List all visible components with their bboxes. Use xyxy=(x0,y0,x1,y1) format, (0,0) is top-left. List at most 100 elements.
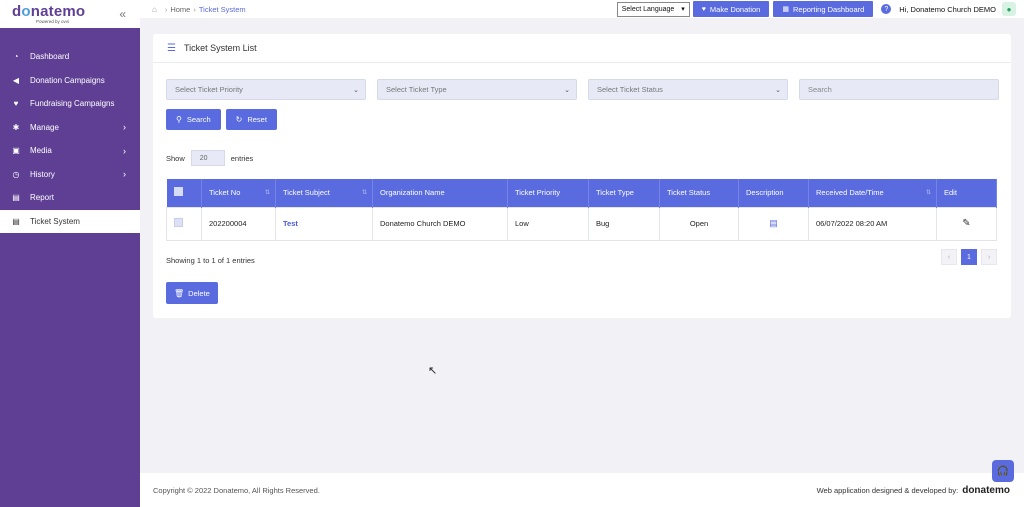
reset-button[interactable]: ↻ Reset xyxy=(225,109,277,130)
page-length-input[interactable]: 20 xyxy=(190,150,225,166)
select-all-checkbox[interactable] xyxy=(173,187,183,197)
copyright: Copyright © 2022 Donatemo, All Rights Re… xyxy=(153,485,320,495)
help-icon[interactable]: ? xyxy=(881,4,892,14)
gear-icon: ✱ xyxy=(12,122,20,132)
megaphone-icon: ◀ xyxy=(12,75,20,85)
cell-ticket-no: 202200004 xyxy=(201,206,276,241)
col-ticket-type: Ticket Type xyxy=(588,179,660,207)
pagination: ‹ 1 › xyxy=(937,249,997,265)
chevron-down-icon: ⌄ xyxy=(353,86,359,94)
trash-icon: 🗑 xyxy=(174,288,185,298)
top-bar: ⌂ › Home › Ticket System Select Language… xyxy=(140,0,1024,18)
card-header: ☰ Ticket System List xyxy=(153,34,1011,63)
sidebar-item-media[interactable]: ▣ Media › xyxy=(0,139,140,163)
ticket-table: Ticket No ⇅ Ticket Subject ⇅ Organization … xyxy=(166,179,997,241)
cell-received: 06/07/2022 08:20 AM xyxy=(808,206,937,241)
cell-ticket-subject: Test xyxy=(275,206,373,241)
ticket-status-select[interactable]: Select Ticket Status ⌄ xyxy=(588,79,788,100)
home-icon[interactable]: ⌂ xyxy=(152,5,157,14)
col-ticket-no[interactable]: Ticket No ⇅ xyxy=(201,179,276,207)
make-donation-button[interactable]: ♥ Make Donation xyxy=(692,1,770,17)
page-1-button[interactable]: 1 xyxy=(961,249,977,265)
edit-icon[interactable]: ✎ xyxy=(962,218,970,229)
cell-edit: ✎ xyxy=(936,206,997,241)
col-ticket-subject[interactable]: Ticket Subject ⇅ xyxy=(275,179,373,207)
page-title: Ticket System List xyxy=(183,43,257,53)
breadcrumb-home[interactable]: Home xyxy=(170,5,190,14)
powered-by: Powered by ovvi xyxy=(36,18,70,24)
donate-icon: ♥ xyxy=(13,99,19,109)
developer-logo[interactable]: donatemo xyxy=(962,485,1010,496)
col-organization-name: Organization Name xyxy=(372,179,508,207)
footer: Copyright © 2022 Donatemo, All Rights Re… xyxy=(140,473,1024,507)
table-row: 202200004 Test Donatemo Church DEMO Low … xyxy=(166,206,997,241)
chevron-right-icon: › xyxy=(123,145,126,156)
sidebar-item-fundraising-campaigns[interactable]: ♥ Fundraising Campaigns xyxy=(0,92,140,116)
chevron-down-icon: ⌄ xyxy=(564,86,570,94)
sort-icon: ⇅ xyxy=(925,190,931,196)
chevron-down-icon: ▾ xyxy=(681,6,685,13)
search-button[interactable]: ⚲ Search xyxy=(166,109,221,130)
collapse-sidebar-icon[interactable]: « xyxy=(119,7,126,21)
cell-priority: Low xyxy=(507,206,589,241)
avatar[interactable]: ● xyxy=(1002,2,1016,16)
sidebar: donatemo Powered by ovvi « ◔ Dashboard ◀… xyxy=(0,0,140,507)
ticket-subject-link[interactable]: Test xyxy=(283,219,298,228)
col-description: Description xyxy=(738,179,809,207)
search-input[interactable]: Search xyxy=(799,79,999,100)
table-header-row: Ticket No ⇅ Ticket Subject ⇅ Organization … xyxy=(166,179,997,207)
mouse-cursor-icon: ↖ xyxy=(428,365,438,377)
sort-icon: ⇅ xyxy=(361,190,367,196)
list-icon: ☰ xyxy=(167,42,176,54)
sidebar-item-donation-campaigns[interactable]: ◀ Donation Campaigns xyxy=(0,69,140,93)
sidebar-item-ticket-system[interactable]: ▤ Ticket System xyxy=(0,209,140,233)
chevron-down-icon: ⌄ xyxy=(775,86,781,94)
page-length: Show 20 entries xyxy=(166,150,253,166)
user-greeting: Hi, Donatemo Church DEMO xyxy=(899,4,996,14)
select-all-header xyxy=(166,179,202,207)
refresh-icon: ↻ xyxy=(235,115,243,124)
clock-icon: ◷ xyxy=(12,169,20,179)
reporting-dashboard-button[interactable]: ▦ Reporting Dashboard xyxy=(773,1,874,17)
next-page-button[interactable]: › xyxy=(981,249,997,265)
breadcrumb: ⌂ › Home › Ticket System xyxy=(152,4,246,14)
entries-info: Showing 1 to 1 of 1 entries xyxy=(166,256,255,265)
file-icon: ▤ xyxy=(12,216,20,226)
headset-icon[interactable]: 🎧 xyxy=(992,460,1014,482)
sidebar-item-history[interactable]: ◷ History › xyxy=(0,163,140,187)
sidebar-item-report[interactable]: ▤ Report xyxy=(0,186,140,210)
sidebar-item-manage[interactable]: ✱ Manage › xyxy=(0,116,140,140)
col-ticket-status: Ticket Status xyxy=(659,179,739,207)
delete-button[interactable]: 🗑 Delete xyxy=(166,282,218,304)
col-received-date[interactable]: Received Date/Time ⇅ xyxy=(808,179,937,207)
cell-status: Open xyxy=(659,206,739,241)
chevron-right-icon: › xyxy=(123,122,126,133)
ticket-priority-select[interactable]: Select Ticket Priority ⌄ xyxy=(166,79,366,100)
film-icon: ▣ xyxy=(12,146,20,156)
row-checkbox[interactable] xyxy=(174,218,183,227)
filter-bar: Select Ticket Priority ⌄ Select Ticket T… xyxy=(166,79,999,100)
document-icon[interactable]: ▤ xyxy=(769,218,778,228)
sidebar-item-dashboard[interactable]: ◔ Dashboard xyxy=(0,45,140,69)
dashboard-icon: ◔ xyxy=(13,52,19,62)
cell-description: ▤ xyxy=(738,206,809,241)
chevron-right-icon: › xyxy=(123,169,126,180)
filter-actions: ⚲ Search ↻ Reset xyxy=(166,109,282,130)
language-select[interactable]: Select Language ▾ xyxy=(616,1,690,17)
cell-type: Bug xyxy=(588,206,660,241)
search-icon: ⚲ xyxy=(176,115,182,124)
donate-icon: ♥ xyxy=(701,5,706,13)
developer-credit: Web application designed & developed by:… xyxy=(816,484,1010,496)
dashboard-icon: ▦ xyxy=(782,6,789,13)
brand-logo[interactable]: donatemo Powered by ovvi xyxy=(12,4,85,25)
breadcrumb-current: Ticket System xyxy=(198,4,246,14)
prev-page-button[interactable]: ‹ xyxy=(941,249,957,265)
col-edit: Edit xyxy=(936,179,997,207)
file-icon: ▤ xyxy=(12,193,20,203)
sort-icon: ⇅ xyxy=(264,190,270,196)
col-ticket-priority: Ticket Priority xyxy=(507,179,589,207)
cell-organization: Donatemo Church DEMO xyxy=(372,206,508,241)
ticket-type-select[interactable]: Select Ticket Type ⌄ xyxy=(377,79,577,100)
ticket-list-card: ☰ Ticket System List Select Ticket Prior… xyxy=(153,34,1011,318)
sidebar-nav: ◔ Dashboard ◀ Donation Campaigns ♥ Fundr… xyxy=(0,45,140,233)
